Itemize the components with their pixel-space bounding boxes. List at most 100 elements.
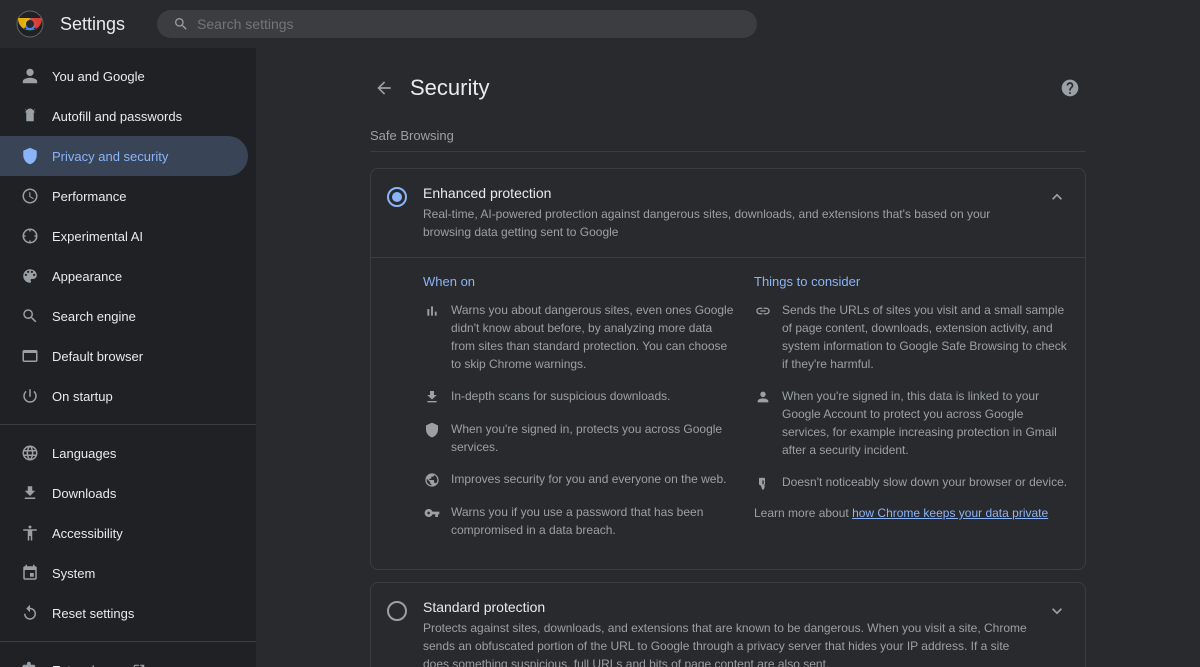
learn-more-link[interactable]: how Chrome keeps your data private [852, 506, 1048, 520]
sidebar-label: Downloads [52, 486, 116, 501]
sidebar-label: Default browser [52, 349, 143, 364]
feature-sends-urls-text: Sends the URLs of sites you visit and a … [782, 301, 1069, 373]
feature-item-warn-sites: Warns you about dangerous sites, even on… [423, 301, 738, 373]
search-engine-icon [20, 306, 40, 326]
sidebar-label: Accessibility [52, 526, 123, 541]
feature-warn-sites-text: Warns you about dangerous sites, even on… [451, 301, 738, 373]
reset-icon [20, 603, 40, 623]
when-on-header: When on [423, 274, 738, 289]
back-button[interactable] [370, 74, 398, 102]
speed-icon [754, 474, 772, 492]
layout: You and Google Autofill and passwords Pr… [0, 48, 1200, 667]
content-area: Security Safe Browsing Enhanced protecti… [338, 48, 1118, 667]
sidebar-label: Performance [52, 189, 126, 204]
enhanced-expanded: When on Warns you about dangerous sites,… [371, 257, 1085, 569]
performance-icon [20, 186, 40, 206]
features-two-col: When on Warns you about dangerous sites,… [423, 274, 1069, 553]
sidebar-label: Appearance [52, 269, 122, 284]
sidebar-label: You and Google [52, 69, 145, 84]
sidebar-label: On startup [52, 389, 113, 404]
sidebar: You and Google Autofill and passwords Pr… [0, 48, 256, 667]
appearance-icon [20, 266, 40, 286]
sidebar-label: Search engine [52, 309, 136, 324]
feature-item-signed-in-protect: When you're signed in, protects you acro… [423, 420, 738, 456]
topbar: Settings [0, 0, 1200, 48]
downloads-icon [20, 483, 40, 503]
section-header-left: Security [370, 74, 489, 102]
feature-scans-text: In-depth scans for suspicious downloads. [451, 387, 670, 405]
safe-browsing-label: Safe Browsing [370, 128, 1086, 152]
sidebar-item-autofill[interactable]: Autofill and passwords [0, 96, 248, 136]
feature-item-scans: In-depth scans for suspicious downloads. [423, 387, 738, 406]
feature-password-text: Warns you if you use a password that has… [451, 503, 738, 539]
learn-more: Learn more about how Chrome keeps your d… [754, 506, 1069, 520]
feature-speed-text: Doesn't noticeably slow down your browse… [782, 473, 1067, 491]
enhanced-protection-card: Enhanced protection Real-time, AI-powere… [370, 168, 1086, 570]
feature-linked-text: When you're signed in, this data is link… [782, 387, 1069, 459]
enhanced-protection-header[interactable]: Enhanced protection Real-time, AI-powere… [371, 169, 1085, 257]
sidebar-item-system[interactable]: System [0, 553, 248, 593]
extensions-icon [20, 660, 40, 667]
chrome-logo [16, 10, 44, 38]
standard-text: Standard protection Protects against sit… [423, 599, 1029, 667]
expand-button[interactable] [1045, 599, 1069, 623]
section-header: Security [370, 72, 1086, 104]
collapse-button[interactable] [1045, 185, 1069, 209]
sidebar-item-extensions[interactable]: Extensions [0, 650, 248, 667]
search-icon [173, 16, 189, 32]
sidebar-item-downloads[interactable]: Downloads [0, 473, 248, 513]
sidebar-item-experimental-ai[interactable]: Experimental AI [0, 216, 248, 256]
external-link-icon [132, 663, 146, 667]
standard-title: Standard protection [423, 599, 1029, 615]
search-input[interactable] [197, 16, 741, 32]
enhanced-desc: Real-time, AI-powered protection against… [423, 205, 1029, 241]
sidebar-item-search-engine[interactable]: Search engine [0, 296, 248, 336]
sidebar-item-languages[interactable]: Languages [0, 433, 248, 473]
feature-item-password: Warns you if you use a password that has… [423, 503, 738, 539]
sidebar-label: Privacy and security [52, 149, 168, 164]
key-icon [423, 504, 441, 522]
enhanced-title: Enhanced protection [423, 185, 1029, 201]
shield-icon [20, 146, 40, 166]
standard-radio[interactable] [387, 601, 407, 621]
standard-protection-header[interactable]: Standard protection Protects against sit… [371, 583, 1085, 667]
system-icon [20, 563, 40, 583]
standard-desc: Protects against sites, downloads, and e… [423, 619, 1029, 667]
person-icon [20, 66, 40, 86]
feature-signed-in-text: When you're signed in, protects you acro… [451, 420, 738, 456]
person-sm-icon [754, 388, 772, 406]
section-title: Security [410, 75, 489, 101]
things-header: Things to consider [754, 274, 1069, 289]
browser-icon [20, 346, 40, 366]
languages-icon [20, 443, 40, 463]
sidebar-item-privacy[interactable]: Privacy and security [0, 136, 248, 176]
search-bar[interactable] [157, 10, 757, 38]
sidebar-label: Languages [52, 446, 116, 461]
sidebar-item-default-browser[interactable]: Default browser [0, 336, 248, 376]
sidebar-label: Experimental AI [52, 229, 143, 244]
main-content: Security Safe Browsing Enhanced protecti… [256, 48, 1200, 667]
enhanced-radio[interactable] [387, 187, 407, 207]
sidebar-label: Reset settings [52, 606, 134, 621]
feature-web-text: Improves security for you and everyone o… [451, 470, 726, 488]
sidebar-item-reset[interactable]: Reset settings [0, 593, 248, 633]
sidebar-item-on-startup[interactable]: On startup [0, 376, 248, 416]
accessibility-icon [20, 523, 40, 543]
sidebar-item-appearance[interactable]: Appearance [0, 256, 248, 296]
enhanced-text: Enhanced protection Real-time, AI-powere… [423, 185, 1029, 241]
globe-icon [423, 471, 441, 489]
sidebar-item-accessibility[interactable]: Accessibility [0, 513, 248, 553]
sidebar-item-performance[interactable]: Performance [0, 176, 248, 216]
sidebar-label: Extensions [52, 663, 116, 667]
standard-protection-card: Standard protection Protects against sit… [370, 582, 1086, 667]
link-icon [754, 302, 772, 320]
help-button[interactable] [1054, 72, 1086, 104]
sidebar-divider [0, 424, 256, 425]
sidebar-divider-2 [0, 641, 256, 642]
feature-item-linked-account: When you're signed in, this data is link… [754, 387, 1069, 459]
sidebar-item-you-and-google[interactable]: You and Google [0, 56, 248, 96]
feature-item-security-web: Improves security for you and everyone o… [423, 470, 738, 489]
radio-dot [392, 192, 402, 202]
bar-chart-icon [423, 302, 441, 320]
sidebar-label: Autofill and passwords [52, 109, 182, 124]
